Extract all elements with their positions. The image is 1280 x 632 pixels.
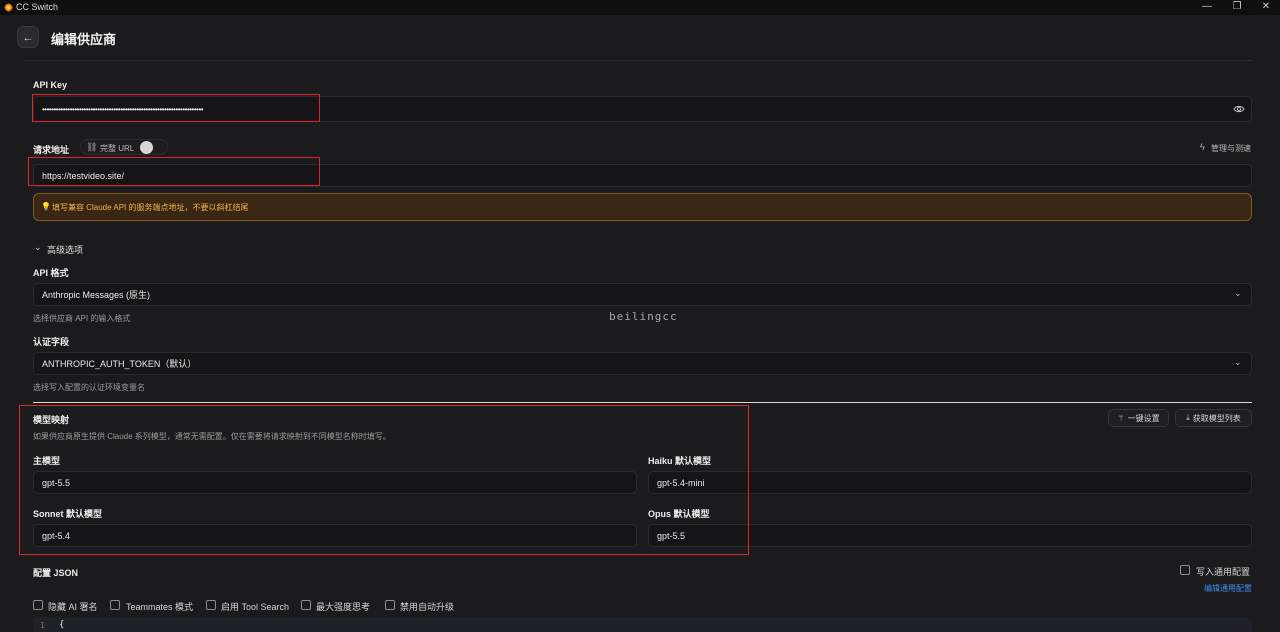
code-line-text: { xyxy=(59,620,65,630)
header-divider xyxy=(24,60,1252,61)
max-thinking-label: 最大强度思考 xyxy=(316,602,371,612)
full-url-label: 完整 URL xyxy=(100,144,135,153)
url-warning-text: 填写兼容 Claude API 的服务端点地址，不要以斜杠结尾 xyxy=(52,202,249,212)
write-common-config-label: 写入通用配置 xyxy=(1196,567,1251,577)
lightbulb-icon: 💡 xyxy=(41,202,51,211)
chevron-down-icon: ⌄ xyxy=(1234,288,1242,298)
tool-search-label: 启用 Tool Search xyxy=(221,602,290,612)
api-format-select[interactable]: Anthropic Messages (原生) xyxy=(33,283,1252,306)
arrow-left-icon: ← xyxy=(22,32,34,44)
api-format-hint: 选择供应商 API 的输入格式 xyxy=(33,314,131,323)
section-divider xyxy=(33,402,1252,403)
auth-field-hint: 选择写入配置的认证环境变量名 xyxy=(33,383,145,392)
magic-wand-icon: ⚚ xyxy=(1117,413,1125,423)
config-json-label: 配置 JSON xyxy=(33,568,79,578)
advanced-options-toggle[interactable]: 高级选项 xyxy=(47,243,83,256)
api-key-highlight xyxy=(32,94,320,122)
eye-icon[interactable] xyxy=(1233,104,1245,114)
auth-field-label: 认证字段 xyxy=(33,337,70,347)
toggle-knob[interactable] xyxy=(140,141,153,154)
chevron-down-icon: ⌄ xyxy=(1234,357,1242,367)
api-format-value: Anthropic Messages (原生) xyxy=(42,290,151,300)
fetch-models-button[interactable]: ⤓ 获取模型列表 xyxy=(1175,409,1252,427)
manage-speedtest-button[interactable]: 管理与测速 xyxy=(1211,143,1251,154)
link-icon: ⛓ xyxy=(86,142,98,152)
json-editor[interactable] xyxy=(33,617,1252,632)
teammates-mode-checkbox[interactable] xyxy=(110,600,120,610)
request-url-highlight xyxy=(28,157,320,186)
teammates-mode-label: Teammates 模式 xyxy=(126,602,194,612)
fetch-models-label: 获取模型列表 xyxy=(1192,413,1241,423)
max-thinking-checkbox[interactable] xyxy=(301,600,311,610)
chevron-down-icon[interactable]: ⌄ xyxy=(34,242,42,253)
watermark-text: beilingcc xyxy=(609,310,678,323)
bolt-icon: ϟ xyxy=(1200,142,1205,152)
back-button[interactable]: ← xyxy=(17,26,39,48)
disable-auto-upgrade-checkbox[interactable] xyxy=(385,600,395,610)
code-line-number: 1 xyxy=(40,621,45,630)
app-title: CC Switch xyxy=(16,2,59,12)
url-warning-banner: 填写兼容 Claude API 的服务端点地址，不要以斜杠结尾 xyxy=(33,193,1252,221)
auth-field-value: ANTHROPIC_AUTH_TOKEN（默认） xyxy=(42,359,197,369)
hide-ai-signature-checkbox[interactable] xyxy=(33,600,43,610)
request-url-label: 请求地址 xyxy=(33,145,70,155)
maximize-button[interactable]: ❐ xyxy=(1222,0,1252,15)
download-icon: ⤓ xyxy=(1186,413,1190,422)
disable-auto-upgrade-label: 禁用自动升级 xyxy=(400,602,455,612)
tool-search-checkbox[interactable] xyxy=(206,600,216,610)
hide-ai-signature-label: 隐藏 AI 署名 xyxy=(48,602,98,612)
edit-common-config-link[interactable]: 编辑通用配置 xyxy=(1204,583,1252,594)
one-click-setup-label: 一键设置 xyxy=(1127,413,1160,423)
api-format-label: API 格式 xyxy=(33,268,69,278)
title-bar xyxy=(0,0,1280,15)
write-common-config-checkbox[interactable] xyxy=(1180,565,1190,575)
auth-field-select[interactable]: ANTHROPIC_AUTH_TOKEN（默认） xyxy=(33,352,1252,375)
api-key-label: API Key xyxy=(33,80,68,90)
page-title: 编辑供应商 xyxy=(51,32,117,47)
minimize-button[interactable]: — xyxy=(1192,0,1222,15)
close-button[interactable]: ✕ xyxy=(1251,0,1280,15)
model-mapping-highlight xyxy=(19,405,749,555)
one-click-setup-button[interactable]: ⚚ 一键设置 xyxy=(1108,409,1169,427)
app-logo-icon xyxy=(4,3,13,12)
